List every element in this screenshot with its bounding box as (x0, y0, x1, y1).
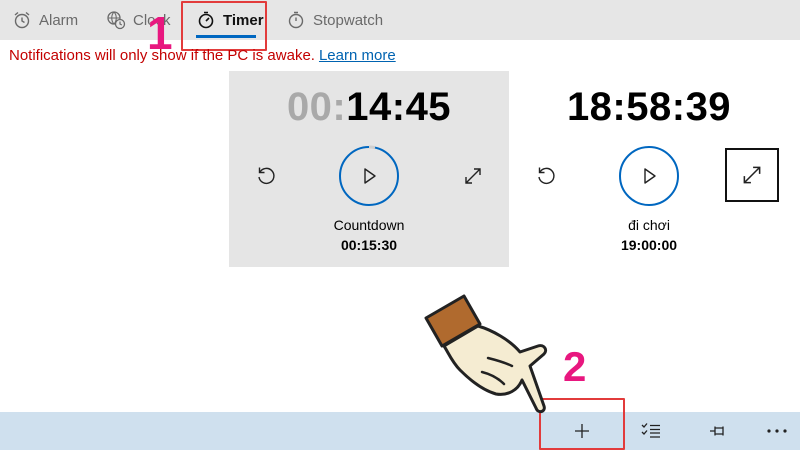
command-bar (0, 412, 800, 450)
more-button[interactable] (757, 412, 797, 450)
tab-label: Stopwatch (313, 11, 384, 29)
pointing-hand-icon (424, 294, 548, 414)
timer-main-display: 18:58:39 (566, 85, 732, 129)
tab-alarm[interactable]: Alarm (12, 0, 78, 40)
more-icon (767, 429, 787, 433)
reset-button[interactable] (253, 163, 279, 189)
pin-icon (710, 426, 724, 436)
reset-icon (258, 167, 275, 185)
select-timers-button[interactable] (631, 412, 671, 450)
reset-icon (538, 167, 555, 185)
checklist-icon (641, 423, 660, 438)
notification-text: Notifications will only show if the PC i… (9, 47, 315, 64)
alarm-clock-icon (14, 11, 30, 29)
pin-button[interactable] (699, 412, 739, 450)
timer-minutes-seconds: 14:45 (346, 85, 452, 129)
timer-remaining: 18:58:39 (509, 85, 789, 130)
world-clock-icon (107, 11, 126, 30)
timer-hours: 00: (286, 85, 347, 129)
timer-tab-highlight (181, 1, 267, 51)
step-2-label: 2 (563, 343, 587, 390)
reset-button[interactable] (533, 163, 559, 189)
timer-duration: 19:00:00 (620, 237, 678, 253)
timer-card-countdown[interactable]: 00:14:45 Countdown 00:15:30 (229, 71, 509, 267)
expand-button[interactable] (460, 163, 486, 189)
stopwatch-icon (288, 11, 304, 29)
awake-notification: Notifications will only show if the PC i… (9, 47, 396, 64)
timer-duration: 00:15:30 (340, 237, 398, 253)
expand-icon (465, 168, 481, 184)
learn-more-link[interactable]: Learn more (319, 47, 396, 64)
timer-name: đi chơi (628, 217, 670, 233)
tab-label: Alarm (39, 11, 79, 29)
play-icon (644, 168, 656, 184)
timer-card-di-choi[interactable]: 18:58:39 đi chơi 19:00:00 (509, 71, 789, 267)
expand-button[interactable] (725, 148, 779, 202)
start-button[interactable] (619, 146, 679, 206)
expand-icon (743, 166, 761, 184)
progress-ring (368, 145, 376, 150)
timer-remaining: 00:14:45 (229, 85, 509, 130)
tab-stopwatch[interactable]: Stopwatch (286, 0, 383, 40)
timer-name: Countdown (333, 217, 405, 233)
